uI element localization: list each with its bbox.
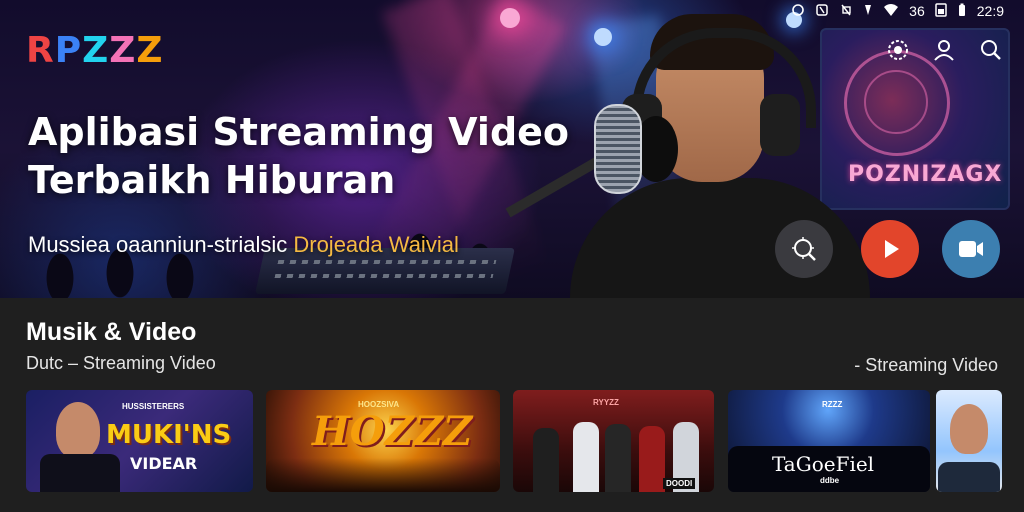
alarm-icon xyxy=(791,3,805,19)
card-subtitle: ddbe xyxy=(820,476,840,485)
band-member xyxy=(533,428,559,492)
logo-letter: Z xyxy=(136,30,164,71)
section-title: Musik & Video xyxy=(26,318,197,346)
signal-icon xyxy=(935,3,947,19)
profile-icon[interactable] xyxy=(932,38,956,62)
video-card[interactable]: RYYZZ DOODI xyxy=(513,390,714,492)
hero-subtitle: Mussiea oaanniun-strialsic Drojeada Waiv… xyxy=(28,232,459,258)
card-performer-body xyxy=(938,462,1000,492)
hero-banner: POZNIZAGX RPZZZ 36 22:9 Aplibasi Streami… xyxy=(0,0,1024,298)
hero-title: Aplibasi Streaming Video Terbaikh Hibura… xyxy=(28,108,569,204)
console-faders xyxy=(277,260,497,264)
section-subtitle: Dutc – Streaming Video xyxy=(26,353,216,373)
card-title: HOZZZ xyxy=(312,408,473,455)
stage-light xyxy=(500,8,520,28)
hero-subtitle-accent: Drojeada Waivial xyxy=(293,232,459,257)
play-button[interactable] xyxy=(861,220,919,278)
clock: 22:9 xyxy=(976,3,1004,19)
logo-letter: Z xyxy=(109,30,137,71)
logo-letter: Z xyxy=(82,30,110,71)
battery-icon xyxy=(957,3,967,19)
logo-letter: P xyxy=(54,30,83,71)
band-member xyxy=(639,426,665,492)
video-card[interactable]: HOOZSIVA HOZZZ xyxy=(266,390,500,492)
status-bar: 36 22:9 xyxy=(791,0,1004,22)
see-all-link[interactable]: - Streaming Video xyxy=(854,355,998,376)
play-icon xyxy=(885,240,899,258)
card-tag: RYYZZ xyxy=(593,398,619,407)
card-title: MUKI'NS xyxy=(106,420,232,450)
cast-icon[interactable] xyxy=(886,38,910,62)
video-card[interactable]: RZZZ TaGoeFiel ddbe xyxy=(728,390,930,492)
console-faders xyxy=(274,274,494,278)
band-member xyxy=(605,424,631,492)
explore-button[interactable] xyxy=(775,220,833,278)
video-card[interactable]: HUSSISTERERS MUKI'NS VIDEAR xyxy=(26,390,253,492)
video-card[interactable] xyxy=(936,390,1002,492)
singer-image xyxy=(505,0,900,298)
hero-title-line2: Terbaikh Hiburan xyxy=(28,158,396,202)
mute-icon xyxy=(839,3,853,19)
card-badge: DOODI xyxy=(663,478,696,489)
card-performer-body xyxy=(40,454,120,492)
nfc-icon xyxy=(815,3,829,19)
band-member xyxy=(573,422,599,492)
explore-icon xyxy=(792,237,816,261)
hero-subtitle-text: Mussiea oaanniun-strialsic xyxy=(28,232,288,257)
video-button[interactable] xyxy=(942,220,1000,278)
card-tag: HUSSISTERERS xyxy=(122,402,185,411)
card-title: TaGoeFiel xyxy=(772,452,875,476)
headphone-cup xyxy=(760,94,800,156)
video-camera-icon xyxy=(959,241,983,257)
top-actions xyxy=(886,38,1002,62)
card-performer xyxy=(950,404,988,454)
microphone xyxy=(594,104,642,194)
logo-letter: R xyxy=(26,30,55,71)
card-tag: RZZZ xyxy=(822,400,843,409)
card-performer xyxy=(56,402,100,458)
search-icon[interactable] xyxy=(978,38,1002,62)
vibrate-icon xyxy=(863,3,873,19)
card-subtitle: VIDEAR xyxy=(130,454,198,473)
card-crowd xyxy=(266,458,500,492)
app-logo[interactable]: RPZZZ xyxy=(26,30,163,71)
battery-percent: 36 xyxy=(909,3,925,19)
wifi-icon xyxy=(883,3,899,19)
hero-title-line1: Aplibasi Streaming Video xyxy=(28,110,570,154)
